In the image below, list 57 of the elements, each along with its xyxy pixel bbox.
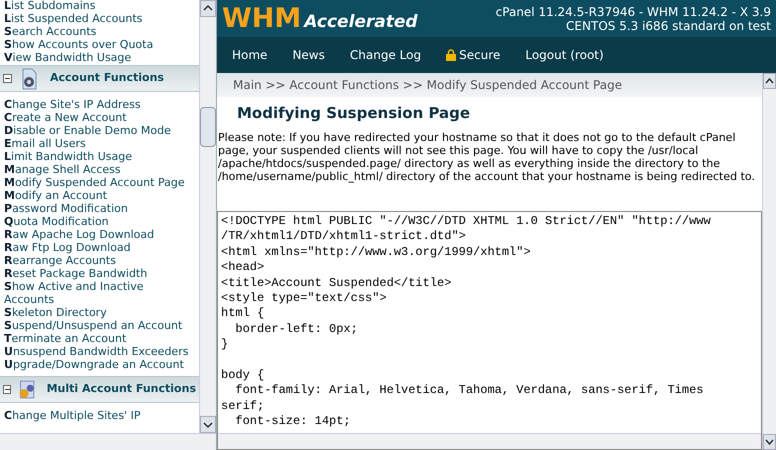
scrollbar[interactable]: [199, 0, 216, 433]
sidebar-link[interactable]: Password Modification: [0, 202, 199, 215]
version-text: CENTOS 5.3 i686 standard on test: [566, 18, 771, 32]
sidebar-link[interactable]: Terminate an Account: [0, 332, 199, 345]
scroll-down-icon[interactable]: [763, 434, 776, 450]
breadcrumb: Main >> Account Functions >> Modify Suspended Account Page: [233, 77, 622, 94]
sidebar-link[interactable]: Skeleton Directory: [0, 306, 199, 319]
scrollbar[interactable]: [762, 73, 776, 450]
collapse-toggle-icon[interactable]: [3, 74, 12, 83]
scroll-up-icon[interactable]: [200, 0, 216, 17]
sidebar-link[interactable]: Search Accounts: [0, 25, 199, 38]
sidebar-link[interactable]: Rearrange Accounts: [0, 254, 199, 267]
horizontal-scrollbar[interactable]: [218, 433, 761, 449]
sidebar-link[interactable]: Modify an Account: [0, 189, 199, 202]
sidebar-link[interactable]: Raw Apache Log Download: [0, 228, 199, 241]
sidebar-link[interactable]: Manage Shell Access: [0, 163, 199, 176]
note-text: Please note: If you have redirected your hostname so that it does not go to the default cPanel page, your suspended clients will not see this page. You will have to copy the /usr/local /apache/htdocs/suspended.page/ directory as well as everything inside the directory to the /home/username/public_html/ directory of the account that your hostname is being redirected to.: [217, 131, 756, 185]
sidebar-link[interactable]: Suspend/Unsuspend an Account: [0, 319, 199, 332]
scroll-up-icon[interactable]: [763, 73, 776, 89]
sidebar-link[interactable]: Disable or Enable Demo Mode: [0, 124, 199, 137]
nav-link[interactable]: Home: [232, 46, 268, 64]
code-text: <!DOCTYPE html PUBLIC "-//W3C//DTD XHTML 1.0 Strict//EN" "http://www /TR/xhtml1/DTD/xhtml1-strict.dtd"> <html xmlns="http://www.w3.org/1999/xhtml"> <head> <title>Account Suspended</title> <style type="text/css"> html { border-left: 0px; } body { font-family: Arial, Helvetica, Tahoma, Verdana, sans-serif, Times serif; font-size: 14pt;: [220, 213, 712, 430]
sidebar-link[interactable]: List Suspended Accounts: [0, 12, 199, 25]
section-header[interactable]: Account Functions: [0, 65, 199, 92]
sidebar-link[interactable]: Unsuspend Bandwidth Exceeders: [0, 345, 199, 358]
section-title: Account Functions: [50, 70, 164, 86]
sidebar-link[interactable]: List Subdomains: [0, 0, 199, 12]
sidebar-link[interactable]: Limit Bandwidth Usage: [0, 150, 199, 163]
nav-link[interactable]: Change Log: [350, 46, 422, 64]
logo-subtitle: Accelerated: [304, 10, 418, 32]
sidebar-link[interactable]: View Bandwidth Usage: [0, 51, 199, 64]
sidebar-link[interactable]: Show Accounts over Quota: [0, 38, 199, 51]
nav-link[interactable]: Logout (root): [525, 46, 604, 64]
sidebar-link[interactable]: Quota Modification: [0, 215, 199, 228]
sidebar-link[interactable]: Raw Ftp Log Download: [0, 241, 199, 254]
nav-link[interactable]: Secure: [446, 46, 500, 64]
sidebar-link[interactable]: Email all Users: [0, 137, 199, 150]
sidebar-link[interactable]: Change Site's IP Address: [0, 98, 199, 111]
lock-icon: [446, 49, 456, 61]
gears-icon: [17, 378, 37, 400]
sidebar-link[interactable]: Change Multiple Sites' IP: [0, 409, 199, 422]
collapse-toggle-icon[interactable]: [3, 385, 12, 394]
code-textarea[interactable]: [217, 211, 762, 450]
section-header[interactable]: Multi Account Functions: [0, 376, 199, 403]
section-title: Multi Account Functions: [46, 381, 196, 398]
sidebar-link[interactable]: Create a New Account: [0, 111, 199, 124]
scroll-down-icon[interactable]: [200, 416, 216, 433]
nav-link[interactable]: News: [292, 46, 325, 64]
page-title: Modifying Suspension Page: [236, 103, 472, 124]
sidebar-link[interactable]: Reset Package Bandwidth: [0, 267, 199, 280]
sidebar-link[interactable]: Upgrade/Downgrade an Account: [0, 358, 199, 371]
logo-text: WHM: [222, 4, 302, 32]
horizontal-scrollbar[interactable]: [0, 433, 216, 450]
version-text: cPanel 11.24.5-R37946 - WHM 11.24.2 - X 3.9: [496, 4, 771, 18]
scroll-thumb[interactable]: [200, 106, 216, 146]
sidebar-link[interactable]: Show Active and Inactive Accounts: [0, 280, 199, 306]
sidebar-link[interactable]: Modify Suspended Account Page: [0, 176, 199, 189]
